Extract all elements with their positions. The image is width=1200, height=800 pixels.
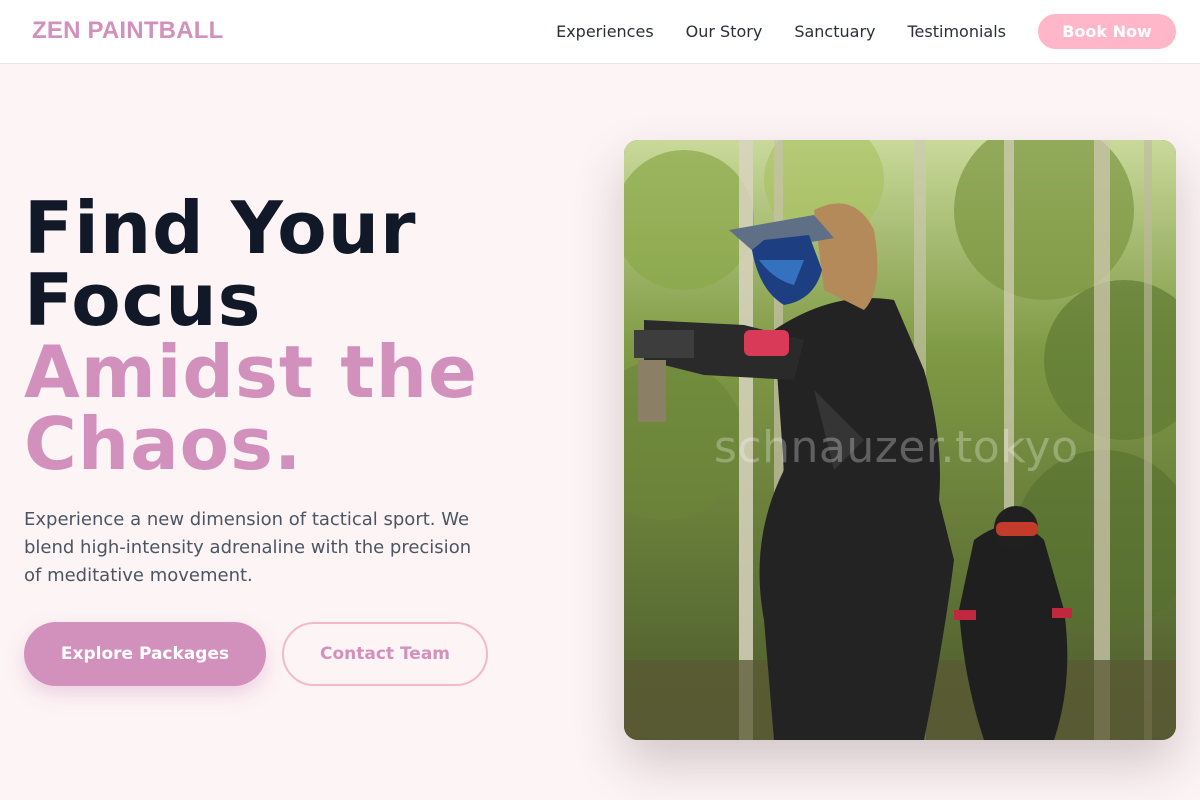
nav-link-sanctuary[interactable]: Sanctuary [794,15,875,49]
hero-description: Experience a new dimension of tactical s… [24,509,472,586]
hero-accent-line-2: Chaos. [24,402,303,486]
nav-link-our-story[interactable]: Our Story [686,15,763,49]
contact-team-button[interactable]: Contact Team [282,622,488,686]
book-now-button[interactable]: Book Now [1038,14,1176,49]
hero-photo: schnauzer.tokyo [624,140,1176,740]
hero-title-line-2: Focus [24,258,262,342]
hero-accent-line-1: Amidst the [24,330,478,414]
explore-packages-button[interactable]: Explore Packages [24,622,266,686]
main-nav: Experiences Our Story Sanctuary Testimon… [556,14,1176,49]
brand-logo[interactable]: ZEN PAINTBALL [32,17,223,45]
hero-title-line-1: Find Your [24,186,417,270]
photo-watermark: schnauzer.tokyo [714,422,1079,473]
nav-link-testimonials[interactable]: Testimonials [908,15,1007,49]
nav-link-experiences[interactable]: Experiences [556,15,654,49]
hero-title: Find Your Focus Amidst the Chaos. [24,192,584,480]
hero-cta-row: Explore Packages Contact Team [24,622,488,686]
site-header: ZEN PAINTBALL Experiences Our Story Sanc… [0,0,1200,64]
